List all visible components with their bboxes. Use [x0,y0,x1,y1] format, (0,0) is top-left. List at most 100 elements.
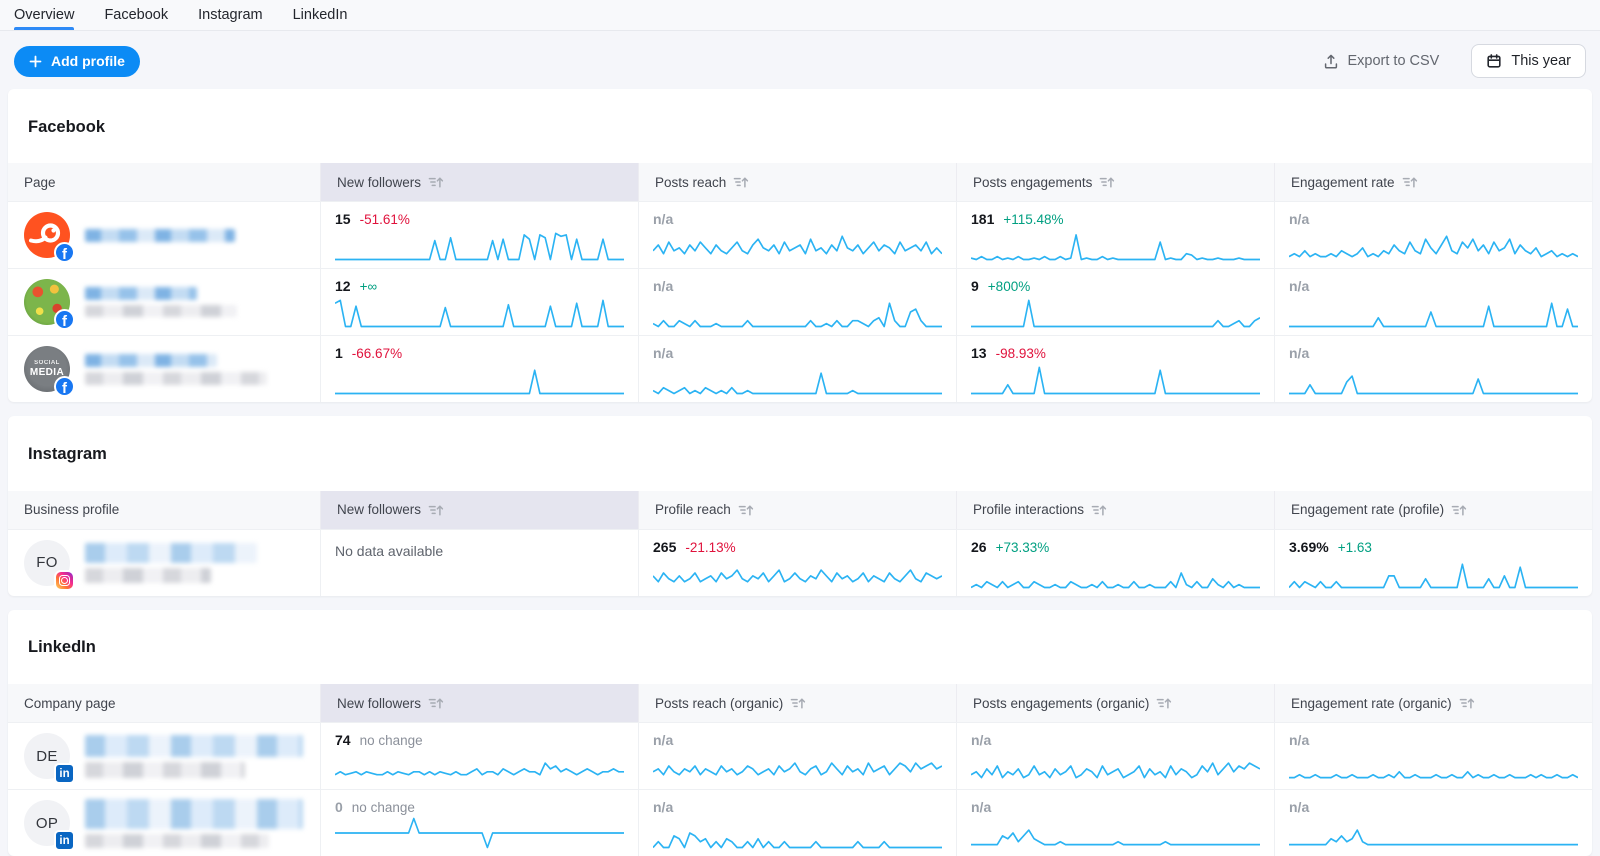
export-to-csv-button[interactable]: Export to CSV [1317,52,1445,71]
sort-icon [733,175,750,189]
facebook-badge-icon: f [54,309,75,330]
sparkline-chart [653,362,942,395]
column-header-label: Posts reach [655,175,726,190]
sparkline-chart [1289,816,1578,849]
column-header-new-followers[interactable]: New followers [320,491,638,529]
sparkline-chart [335,228,624,261]
sparkline-chart [653,228,942,261]
sparkline-chart [971,816,1260,849]
sparkline-chart [335,362,624,395]
metric-cell-posts-reach: n/a [638,202,956,268]
column-header-company-page: Company page [8,684,320,722]
sort-icon [1459,696,1476,710]
sparkline-chart [653,749,942,782]
metric-cell-posts-engagements-organic: n/a [956,790,1274,856]
metric-change: -21.13% [685,540,735,556]
column-header-new-followers[interactable]: New followers [320,684,638,722]
column-header-label: Engagement rate (organic) [1291,696,1452,711]
metric-value: n/a [971,799,991,815]
linkedin-section-title: LinkedIn [8,623,1592,670]
profile-cell[interactable]: OP in [8,790,320,856]
column-header-label: Profile interactions [973,502,1084,517]
facebook-section-title: Facebook [8,103,1592,150]
profile-cell[interactable]: FO [8,530,320,596]
sort-icon [1156,696,1173,710]
column-header-label: New followers [337,696,421,711]
metric-change: no change [352,800,415,816]
date-range-button[interactable]: This year [1471,44,1586,78]
sparkline-chart [653,816,942,849]
column-header-posts-engagements-organic[interactable]: Posts engagements (organic) [956,684,1274,722]
facebook-badge-icon: f [54,242,75,263]
metric-value: n/a [971,732,991,748]
metric-change: -66.67% [352,346,402,362]
avatar: f [24,212,70,258]
sort-icon [738,503,755,517]
profile-cell[interactable]: f [8,202,320,268]
sort-icon [428,175,445,189]
metric-value: n/a [1289,345,1309,361]
metric-cell-new-followers: 12+∞ [320,269,638,335]
column-header-engagement-rate[interactable]: Engagement rate [1274,163,1592,201]
add-profile-button[interactable]: Add profile [14,46,140,77]
sparkline-chart [1289,228,1578,261]
profile-cell[interactable]: DE in [8,723,320,789]
avatar-text: SOCIAL [34,360,60,367]
column-header-new-followers[interactable]: New followers [320,163,638,201]
blurred-profile-name [85,354,267,385]
tab-overview[interactable]: Overview [14,0,74,30]
column-header-posts-reach[interactable]: Posts reach [638,163,956,201]
blurred-name-line [85,543,257,563]
sort-icon [428,696,445,710]
tab-instagram[interactable]: Instagram [198,0,262,30]
metric-change: +1.63 [1338,540,1372,556]
column-header-posts-engagements[interactable]: Posts engagements [956,163,1274,201]
blurred-name-line [85,834,269,848]
sparkline-chart [1289,362,1578,395]
sort-icon [1451,503,1468,517]
metric-value: n/a [1289,278,1309,294]
metric-cell-new-followers: 0no change [320,790,638,856]
blurred-profile-name [85,229,235,242]
metric-change: +∞ [360,279,378,295]
sparkline-chart [335,295,624,328]
column-header-engagement-rate-profile[interactable]: Engagement rate (profile) [1274,491,1592,529]
top-tab-bar: Overview Facebook Instagram LinkedIn [0,0,1600,31]
tab-facebook[interactable]: Facebook [104,0,168,30]
metric-cell-engagement-rate-profile: 3.69%+1.63 [1274,530,1592,596]
plus-icon [29,55,42,68]
table-row: OP in 0no change n/a n/a n/a [8,789,1592,856]
metric-cell-new-followers: No data available [320,530,638,596]
column-header-label: Profile reach [655,502,731,517]
column-header-profile-interactions[interactable]: Profile interactions [956,491,1274,529]
sparkline-chart [335,749,624,782]
metric-value: 181 [971,211,994,227]
column-header-engagement-rate-organic[interactable]: Engagement rate (organic) [1274,684,1592,722]
avatar-text: OP [36,815,58,832]
avatar-text: FO [36,554,57,571]
profile-cell[interactable]: SOCIAL MEDIA f [8,336,320,402]
blurred-name-line [85,735,303,757]
column-header-profile-reach[interactable]: Profile reach [638,491,956,529]
sparkline-chart [1289,295,1578,328]
tab-facebook-label: Facebook [104,7,168,23]
profile-cell[interactable]: f [8,269,320,335]
camera-glyph [59,575,70,586]
avatar: DE in [24,733,70,779]
metric-cell-posts-engagements: 181+115.48% [956,202,1274,268]
sparkline-chart [971,749,1260,782]
tab-linkedin-label: LinkedIn [293,7,348,23]
metric-cell-posts-engagements: 9+800% [956,269,1274,335]
metric-cell-engagement-rate: n/a [1274,202,1592,268]
sparkline-chart [1289,749,1578,782]
avatar: f [24,279,70,325]
column-header-posts-reach-organic[interactable]: Posts reach (organic) [638,684,956,722]
metric-cell-profile-reach: 265-21.13% [638,530,956,596]
facebook-badge-icon: f [54,376,75,397]
metric-change: -98.93% [996,346,1046,362]
column-header-label: Page [24,175,56,190]
metric-cell-posts-reach-organic: n/a [638,790,956,856]
tab-linkedin[interactable]: LinkedIn [293,0,348,30]
table-row: FO No data available 265-21.13% 26+73.33… [8,529,1592,596]
metric-cell-engagement-rate: n/a [1274,269,1592,335]
